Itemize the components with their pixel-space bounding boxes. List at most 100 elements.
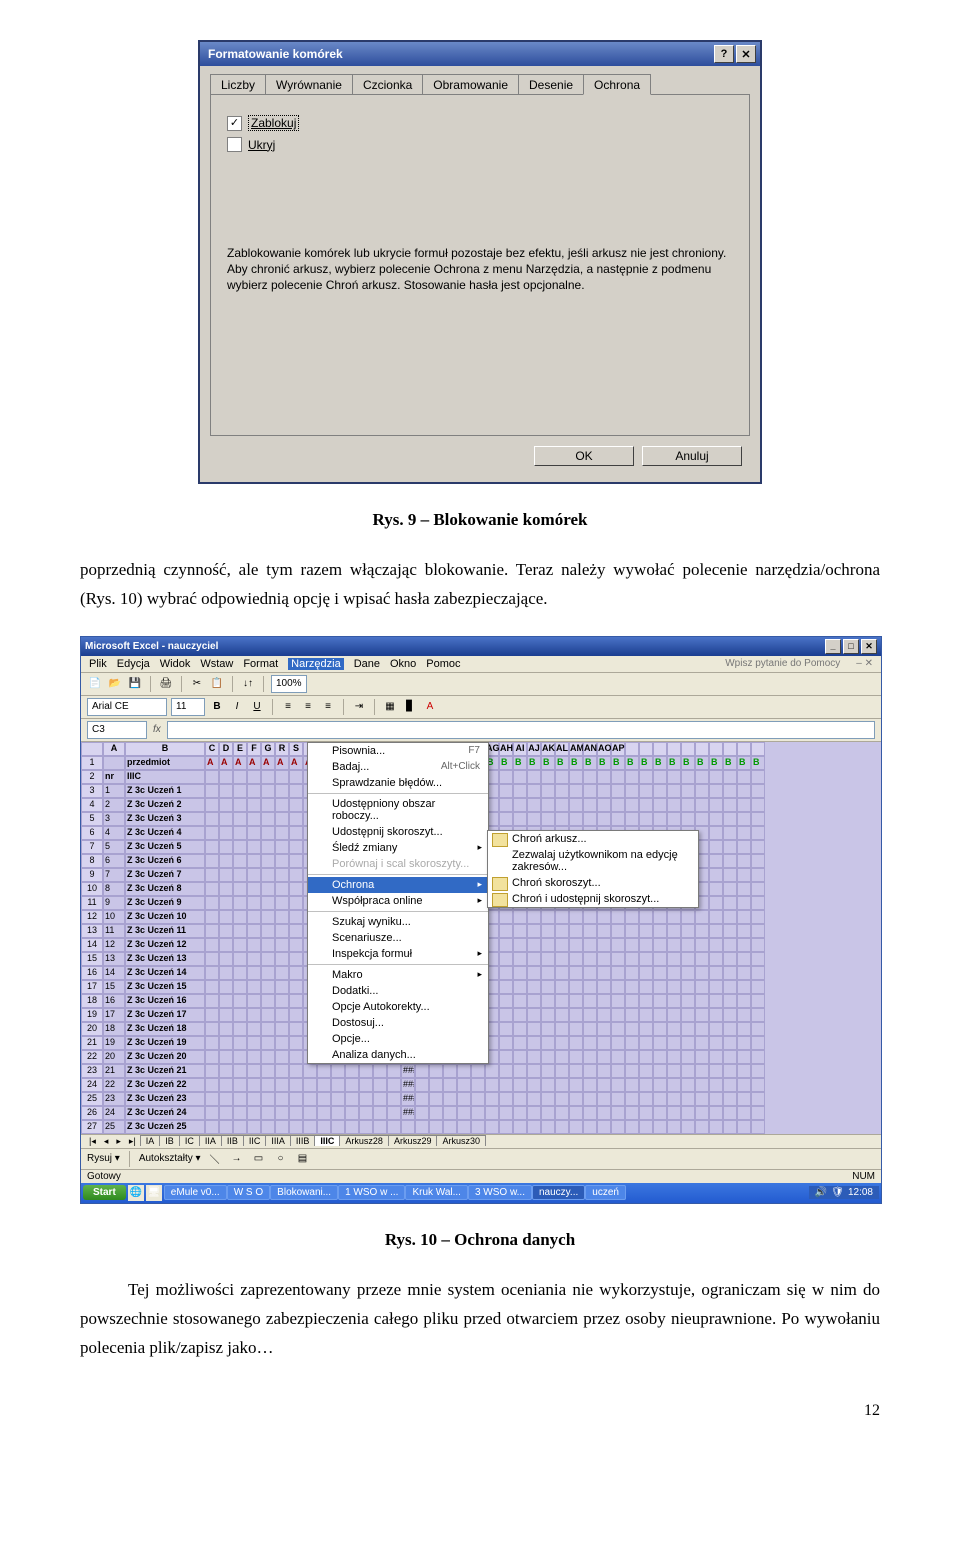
submenu-item[interactable]: Zezwalaj użytkownikom na edycję zakresów… [488,847,698,875]
sheet-tab[interactable]: Arkusz30 [436,1135,486,1146]
zablokuj-checkbox[interactable] [227,116,242,131]
menu-item[interactable]: Makro [308,967,488,983]
menu-item[interactable]: Dodatki... [308,983,488,999]
doc-close-button[interactable]: – ✕ [856,658,873,670]
align-center-icon[interactable]: ≡ [300,699,316,715]
sheet-nav-next[interactable]: ▸ [112,1136,125,1147]
minimize-button[interactable]: _ [825,639,841,654]
menu-okno[interactable]: Okno [390,658,416,670]
oval-icon[interactable]: ○ [273,1151,289,1167]
menu-item[interactable]: Opcje Autokorekty... [308,999,488,1015]
column-header[interactable]: AM [569,742,583,756]
textbox-icon[interactable]: ▤ [295,1151,311,1167]
tab-desenie[interactable]: Desenie [518,74,584,94]
borders-icon[interactable]: ▦ [382,699,398,715]
taskbar-item[interactable]: Blokowani... [270,1185,338,1200]
tab-czcionka[interactable]: Czcionka [352,74,423,94]
ok-button[interactable]: OK [534,446,634,466]
print-icon[interactable]: 🖨 [158,676,174,692]
font-color-icon[interactable]: A [422,699,438,715]
cut-icon[interactable]: ✂ [189,676,205,692]
column-header[interactable]: AH [499,742,513,756]
help-search-prompt[interactable]: Wpisz pytanie do Pomocy [725,658,840,670]
sort-asc-icon[interactable]: ↓↑ [240,676,256,692]
bold-button[interactable]: B [209,699,225,715]
sheet-tab[interactable]: IIIB [290,1135,316,1146]
taskbar-item[interactable]: 3 WSO w... [468,1185,532,1200]
taskbar-item[interactable]: Kruk Wal... [405,1185,468,1200]
line-icon[interactable]: ＼ [207,1151,223,1167]
sheet-tab[interactable]: Arkusz29 [388,1135,438,1146]
font-size-combo[interactable]: 11 [171,698,205,716]
menu-edycja[interactable]: Edycja [117,658,150,670]
menu-item[interactable]: Szukaj wyniku... [308,914,488,930]
column-header[interactable]: F [247,742,261,756]
column-header[interactable]: C [205,742,219,756]
menu-item[interactable]: Ochrona [308,877,488,893]
sheet-tab[interactable]: IIIC [314,1135,340,1146]
window-close-button[interactable]: ✕ [861,639,877,654]
column-header[interactable]: AP [611,742,625,756]
autoshapes-menu[interactable]: Autokształty ▾ [139,1153,201,1164]
close-button[interactable]: ✕ [736,45,756,63]
taskbar-item[interactable]: W S O [227,1185,270,1200]
menu-item[interactable]: Śledź zmiany [308,840,488,856]
submenu-item[interactable]: Chroń arkusz... [488,831,698,847]
font-name-combo[interactable]: Arial CE [87,698,167,716]
menu-pomoc[interactable]: Pomoc [426,658,460,670]
menu-item[interactable]: Analiza danych... [308,1047,488,1063]
tray-volume-icon[interactable]: 🔊 [815,1187,827,1198]
tab-wyrownanie[interactable]: Wyrównanie [265,74,353,94]
column-header[interactable]: AI [513,742,527,756]
underline-button[interactable]: U [249,699,265,715]
column-header[interactable]: AL [555,742,569,756]
menu-wstaw[interactable]: Wstaw [200,658,233,670]
menu-item[interactable]: Udostępniony obszar roboczy... [308,796,488,824]
name-box[interactable]: C3 [87,721,147,739]
start-button[interactable]: Start [83,1185,126,1200]
menu-item[interactable]: Badaj...Alt+Click [308,759,488,775]
menu-narzedzia[interactable]: Narzędzia [288,658,344,670]
menu-item[interactable]: Pisownia...F7 [308,743,488,759]
column-header[interactable]: AJ [527,742,541,756]
menu-item[interactable]: Inspekcja formuł [308,946,488,962]
column-header[interactable]: B [125,742,205,756]
taskbar-item[interactable]: 1 WSO w ... [338,1185,405,1200]
sheet-tab[interactable]: IB [159,1135,180,1146]
maximize-button[interactable]: □ [843,639,859,654]
sheet-tab[interactable]: IA [140,1135,161,1146]
column-header[interactable]: G [261,742,275,756]
cancel-button[interactable]: Anuluj [642,446,742,466]
align-right-icon[interactable]: ≡ [320,699,336,715]
save-icon[interactable]: 💾 [127,676,143,692]
submenu-item[interactable]: Chroń skoroszyt... [488,875,698,891]
tab-ochrona[interactable]: Ochrona [583,74,651,95]
submenu-item[interactable]: Chroń i udostępnij skoroszyt... [488,891,698,907]
sheet-tab[interactable]: IIIA [265,1135,291,1146]
column-header[interactable]: D [219,742,233,756]
column-header[interactable]: R [275,742,289,756]
sheet-tab[interactable]: IIB [221,1135,244,1146]
sheet-tab[interactable]: Arkusz28 [339,1135,389,1146]
column-header[interactable]: E [233,742,247,756]
sheet-tab[interactable]: IIA [199,1135,222,1146]
rect-icon[interactable]: ▭ [251,1151,267,1167]
open-icon[interactable]: 📂 [107,676,123,692]
tray-shield-icon[interactable]: 🛡 [831,1187,844,1198]
sheet-nav-first[interactable]: |◂ [85,1136,100,1147]
fill-color-icon[interactable]: ▊ [402,699,418,715]
menu-item[interactable]: Scenariusze... [308,930,488,946]
column-header[interactable]: AK [541,742,555,756]
taskbar-item[interactable]: nauczy... [532,1185,585,1200]
menu-item[interactable]: Porównaj i scal skoroszyty... [308,856,488,872]
menu-format[interactable]: Format [243,658,278,670]
arrow-icon[interactable]: → [229,1151,245,1167]
quicklaunch-ie-icon[interactable]: 🌐 [128,1185,144,1201]
menu-item[interactable]: Dostosuj... [308,1015,488,1031]
new-icon[interactable]: 📄 [87,676,103,692]
help-button[interactable]: ? [714,45,734,63]
sheet-nav-last[interactable]: ▸| [125,1136,140,1147]
column-header[interactable]: AN [583,742,597,756]
sheet-tab[interactable]: IIC [243,1135,267,1146]
formula-bar[interactable] [167,721,875,739]
